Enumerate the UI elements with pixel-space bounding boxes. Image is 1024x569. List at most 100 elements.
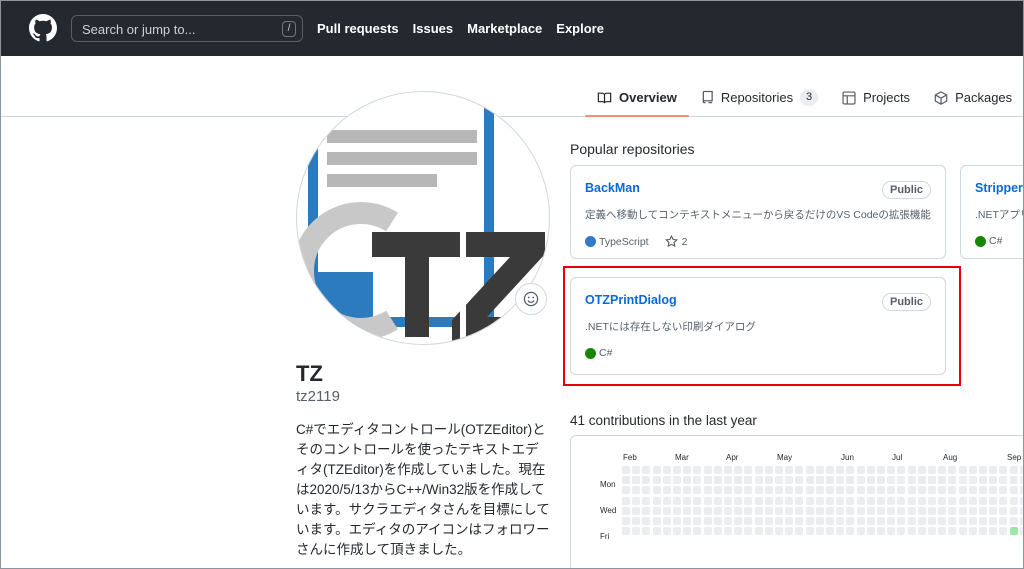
repo-stars[interactable]: 2: [664, 235, 687, 248]
contribution-day-cell[interactable]: [938, 466, 947, 474]
contribution-day-cell[interactable]: [866, 476, 875, 485]
contribution-day-cell[interactable]: [744, 517, 753, 525]
contribution-day-cell[interactable]: [744, 486, 753, 495]
contribution-day-cell[interactable]: [948, 466, 957, 474]
contribution-day-cell[interactable]: [642, 506, 651, 515]
contribution-day-cell[interactable]: [724, 476, 732, 485]
contribution-day-cell[interactable]: [968, 517, 977, 525]
contribution-day-cell[interactable]: [703, 496, 712, 505]
contribution-day-cell[interactable]: [836, 476, 845, 485]
contribution-day-cell[interactable]: [693, 486, 702, 495]
contribution-day-cell[interactable]: [979, 496, 987, 505]
contribution-day-cell[interactable]: [1009, 476, 1018, 485]
contribution-day-cell[interactable]: [785, 466, 794, 474]
contribution-day-cell[interactable]: [815, 476, 824, 485]
contribution-day-cell[interactable]: [1019, 496, 1023, 505]
contribution-day-cell[interactable]: [826, 496, 834, 505]
contribution-day-cell[interactable]: [989, 527, 998, 536]
contribution-day-cell[interactable]: [897, 476, 906, 485]
contribution-day-cell[interactable]: [642, 517, 651, 525]
contribution-day-cell[interactable]: [979, 476, 987, 485]
contribution-day-cell[interactable]: [764, 466, 773, 474]
contribution-day-cell[interactable]: [887, 476, 896, 485]
contribution-day-cell[interactable]: [805, 517, 814, 525]
contribution-day-cell[interactable]: [632, 517, 641, 525]
contribution-day-cell[interactable]: [815, 496, 824, 505]
contribution-day-cell[interactable]: [846, 527, 855, 536]
contribution-day-cell[interactable]: [795, 506, 804, 515]
contribution-day-cell[interactable]: [907, 496, 916, 505]
nav-issues[interactable]: Issues: [413, 21, 453, 36]
contribution-day-cell[interactable]: [703, 517, 712, 525]
contribution-day-cell[interactable]: [785, 506, 794, 515]
contribution-day-cell[interactable]: [826, 466, 834, 474]
contribution-day-cell[interactable]: [968, 496, 977, 505]
contribution-day-cell[interactable]: [897, 486, 906, 495]
contribution-day-cell[interactable]: [1019, 476, 1023, 485]
contribution-day-cell[interactable]: [734, 496, 743, 505]
contribution-day-cell[interactable]: [724, 517, 732, 525]
repo-name-link[interactable]: Stripper: [975, 181, 1023, 195]
contribution-day-cell[interactable]: [775, 466, 783, 474]
contribution-day-cell[interactable]: [815, 506, 824, 515]
contribution-day-cell[interactable]: [805, 496, 814, 505]
contribution-day-cell[interactable]: [662, 527, 671, 536]
contribution-day-cell[interactable]: [979, 486, 987, 495]
contribution-day-cell[interactable]: [642, 527, 651, 536]
contribution-day-cell[interactable]: [622, 476, 630, 485]
contribution-day-cell[interactable]: [979, 466, 987, 474]
contribution-day-cell[interactable]: [744, 527, 753, 536]
contribution-day-cell[interactable]: [683, 466, 692, 474]
contribution-day-cell[interactable]: [1009, 486, 1018, 495]
contribution-day-cell[interactable]: [703, 486, 712, 495]
contribution-day-cell[interactable]: [1009, 517, 1018, 525]
contribution-day-cell[interactable]: [785, 517, 794, 525]
contribution-day-cell[interactable]: [734, 466, 743, 474]
contribution-day-cell[interactable]: [866, 527, 875, 536]
contribution-day-cell[interactable]: [866, 517, 875, 525]
contribution-day-cell[interactable]: [632, 496, 641, 505]
contribution-day-cell[interactable]: [979, 506, 987, 515]
contribution-day-cell[interactable]: [907, 506, 916, 515]
contribution-day-cell[interactable]: [673, 486, 681, 495]
contribution-day-cell[interactable]: [958, 496, 967, 505]
tab-repositories[interactable]: Repositories 3: [689, 79, 830, 116]
contribution-day-cell[interactable]: [673, 517, 681, 525]
contribution-day-cell[interactable]: [662, 496, 671, 505]
contribution-day-cell[interactable]: [897, 527, 906, 536]
contribution-day-cell[interactable]: [846, 496, 855, 505]
contribution-day-cell[interactable]: [805, 476, 814, 485]
contribution-day-cell[interactable]: [815, 517, 824, 525]
contribution-day-cell[interactable]: [989, 517, 998, 525]
contribution-day-cell[interactable]: [897, 496, 906, 505]
contribution-day-cell[interactable]: [979, 517, 987, 525]
contribution-day-cell[interactable]: [724, 466, 732, 474]
contribution-day-cell[interactable]: [917, 476, 926, 485]
contribution-day-cell[interactable]: [836, 506, 845, 515]
contribution-day-cell[interactable]: [999, 496, 1008, 505]
contribution-day-cell[interactable]: [713, 506, 722, 515]
contribution-day-cell[interactable]: [907, 486, 916, 495]
contribution-day-cell[interactable]: [815, 466, 824, 474]
set-status-button[interactable]: [515, 283, 547, 315]
contribution-day-cell[interactable]: [907, 517, 916, 525]
contribution-day-cell[interactable]: [632, 506, 641, 515]
contribution-day-cell[interactable]: [632, 486, 641, 495]
contribution-day-cell[interactable]: [938, 527, 947, 536]
contribution-day-cell[interactable]: [968, 466, 977, 474]
contribution-day-cell[interactable]: [724, 496, 732, 505]
contribution-day-cell[interactable]: [795, 496, 804, 505]
contribution-day-cell[interactable]: [754, 506, 763, 515]
contribution-day-cell[interactable]: [764, 517, 773, 525]
contribution-day-cell[interactable]: [662, 486, 671, 495]
contribution-day-cell[interactable]: [622, 466, 630, 474]
contribution-day-cell[interactable]: [734, 506, 743, 515]
contribution-day-cell[interactable]: [683, 527, 692, 536]
contribution-day-cell[interactable]: [948, 527, 957, 536]
contribution-day-cell[interactable]: [968, 486, 977, 495]
contribution-day-cell[interactable]: [968, 506, 977, 515]
contribution-day-cell[interactable]: [693, 476, 702, 485]
contribution-day-cell[interactable]: [683, 486, 692, 495]
contribution-day-cell[interactable]: [938, 517, 947, 525]
contribution-day-cell[interactable]: [887, 466, 896, 474]
